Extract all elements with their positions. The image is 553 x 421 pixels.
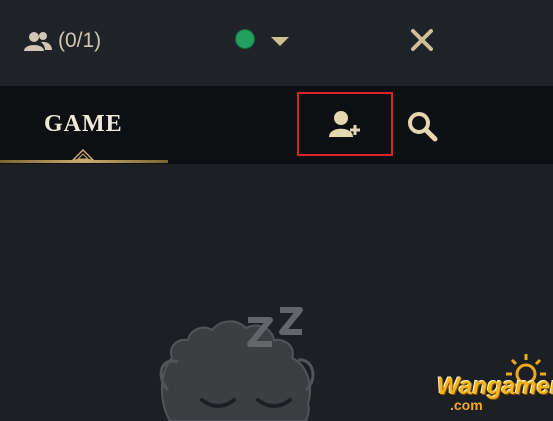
add-friend-button[interactable] <box>297 92 393 156</box>
watermark-domain: .com <box>450 397 483 413</box>
friend-count[interactable]: (0/1) <box>24 28 101 54</box>
add-friend-icon <box>329 111 360 137</box>
tab-indicator-icon <box>72 149 94 161</box>
status-indicator[interactable] <box>235 29 255 49</box>
sleeping-poro-icon <box>159 307 315 421</box>
search-icon[interactable] <box>404 108 440 144</box>
close-icon[interactable] <box>406 24 438 56</box>
friend-count-label: (0/1) <box>58 29 102 52</box>
tab-game[interactable]: GAME <box>44 111 123 138</box>
people-icon <box>24 32 52 51</box>
chevron-down-icon[interactable] <box>271 37 289 46</box>
